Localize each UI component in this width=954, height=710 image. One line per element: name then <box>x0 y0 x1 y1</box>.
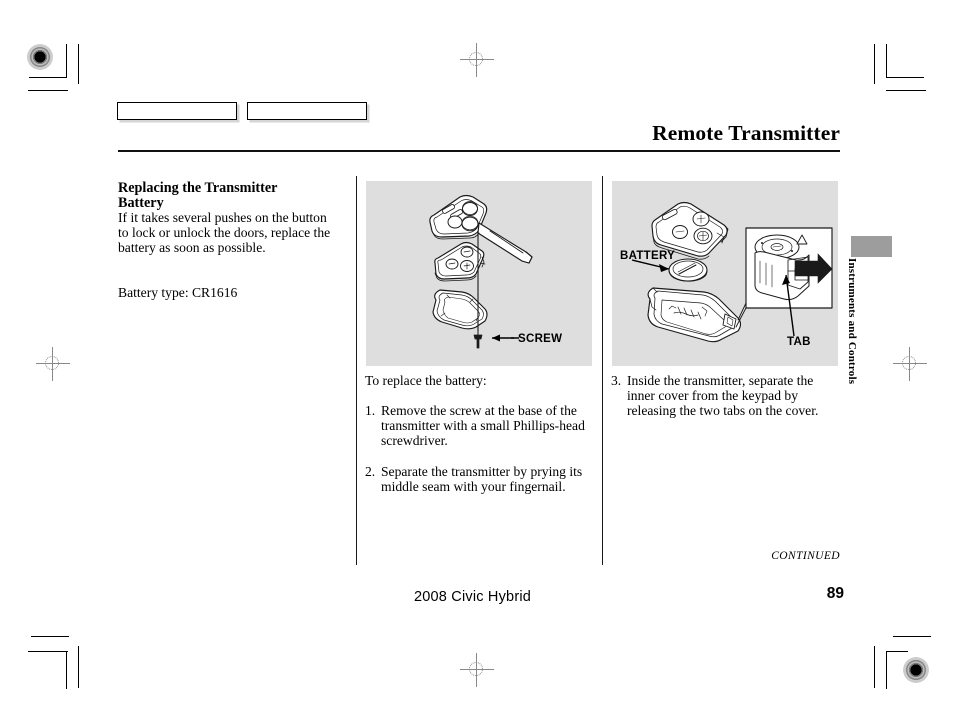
battery-replacement-illustration: BATTERY TAB <box>620 201 833 348</box>
column-divider-right <box>602 176 604 565</box>
registration-target-icon <box>27 44 53 70</box>
registration-crosshair-icon <box>460 43 494 77</box>
crop-mark <box>886 651 888 689</box>
crop-mark <box>893 636 931 638</box>
top-tab-box-1[interactable] <box>117 102 237 120</box>
crop-mark <box>66 44 68 78</box>
crop-mark <box>28 651 68 653</box>
screw-label: SCREW <box>518 333 562 345</box>
crop-mark <box>78 44 80 84</box>
list-item: 3. Inside the transmitter, separate the … <box>611 373 837 419</box>
list-item: 1. Remove the screw at the base of the t… <box>365 403 595 449</box>
crop-mark <box>886 77 924 79</box>
battery-type-text: Battery type: CR1616 <box>118 285 238 300</box>
crop-mark <box>31 636 69 638</box>
registration-target-icon <box>903 657 929 683</box>
tab-label: TAB <box>787 336 811 348</box>
column-divider-left <box>356 176 358 565</box>
crop-mark <box>66 651 68 689</box>
section-heading-line-1: Replacing the Transmitter <box>118 180 278 196</box>
intro-paragraph: If it takes several pushes on the button… <box>118 210 331 256</box>
transmitter-exploded-figure: SCREW <box>366 181 592 366</box>
middle-steps-list: 1. Remove the screw at the base of the t… <box>365 403 595 507</box>
crop-mark <box>886 90 926 92</box>
crop-mark <box>886 44 888 78</box>
page-number: 89 <box>826 585 844 602</box>
crop-mark <box>28 90 68 92</box>
step-number: 1. <box>365 403 376 418</box>
section-thumb-tab <box>851 236 892 257</box>
section-heading: Replacing the Transmitter Battery <box>118 180 340 212</box>
crop-mark <box>78 646 80 688</box>
continued-note: CONTINUED <box>771 550 840 562</box>
crop-mark <box>874 44 876 84</box>
section-label-vertical: Instruments and Controls <box>846 258 858 385</box>
step-number: 3. <box>611 373 622 388</box>
replace-intro-text: To replace the battery: <box>365 373 487 388</box>
screw-callout <box>492 334 519 342</box>
crop-mark <box>29 77 67 79</box>
step-text: Inside the transmitter, separate the inn… <box>627 373 819 419</box>
registration-crosshair-icon <box>460 653 494 687</box>
step-text: Remove the screw at the base of the tran… <box>381 403 585 449</box>
battery-label: BATTERY <box>620 250 675 262</box>
crop-mark <box>874 646 876 688</box>
page-title: Remote Transmitter <box>652 121 840 145</box>
header-rule <box>118 150 840 153</box>
right-steps-list: 3. Inside the transmitter, separate the … <box>611 373 837 432</box>
footer-model-name: 2008 Civic Hybrid <box>414 589 532 605</box>
list-item: 2. Separate the transmitter by prying it… <box>365 464 595 494</box>
top-tab-box-2[interactable] <box>247 102 367 120</box>
registration-crosshair-icon <box>36 347 70 381</box>
battery-replacement-figure: BATTERY TAB <box>612 181 838 366</box>
step-text: Separate the transmitter by prying its m… <box>381 463 583 494</box>
registration-crosshair-icon <box>893 347 927 381</box>
transmitter-exploded-illustration: SCREW <box>429 194 562 349</box>
step-number: 2. <box>365 463 376 479</box>
crop-mark <box>886 651 908 653</box>
manual-page: Remote Transmitter Replacing the Transmi… <box>0 0 954 710</box>
